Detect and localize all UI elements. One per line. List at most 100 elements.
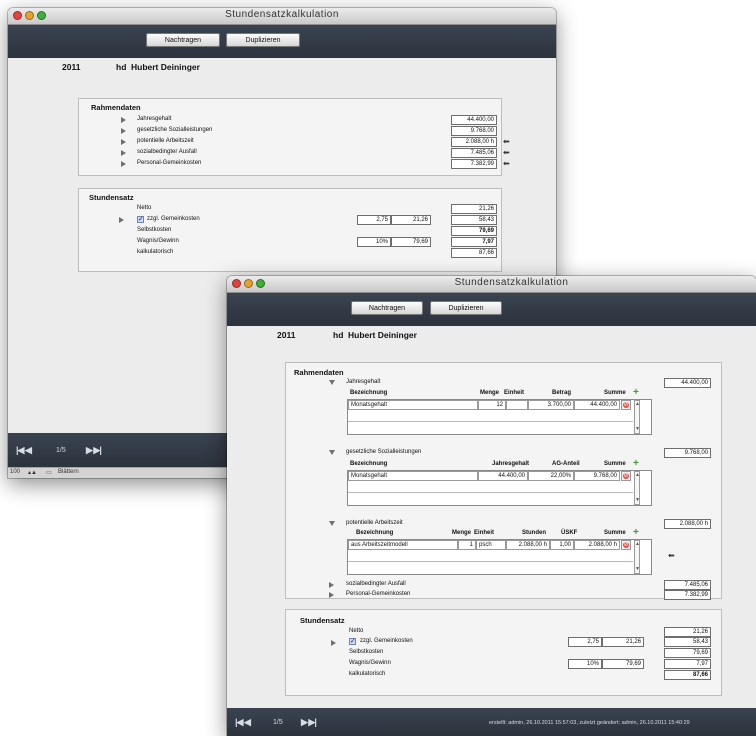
stundensatz-section: Stundensatz Netto 21,26 ✓ zzgl. Gemeinko… xyxy=(78,188,502,272)
col-menge: Menge xyxy=(480,390,500,396)
kalkulatorisch-label: kalkulatorisch xyxy=(349,671,386,677)
zoom-level[interactable]: 100 xyxy=(10,469,20,475)
left-arrow-icon[interactable]: ⬅ xyxy=(503,138,510,146)
sozial-table: Monatsgehalt 44.400,00 22,00% 9.768,00 ⊘… xyxy=(347,470,652,506)
sozial-value: 9.768,00 xyxy=(451,126,497,136)
back-titlebar[interactable]: Stundensatzkalkulation xyxy=(8,8,556,25)
gemeinkosten-base: 21,26 xyxy=(602,637,644,647)
expand-icon[interactable] xyxy=(121,117,126,123)
row-divider xyxy=(348,421,633,422)
scrollbar[interactable]: ▲ ▼ xyxy=(634,540,640,574)
delete-row-icon[interactable]: ⊘ xyxy=(621,400,631,410)
wagnis-value: 7,97 xyxy=(664,659,711,669)
table-cell-einheit[interactable]: psch xyxy=(476,540,506,550)
record-name: Hubert Deininger xyxy=(348,330,417,340)
sozial-label: gesetzliche Sozialleistungen xyxy=(137,127,213,133)
expand-icon[interactable] xyxy=(121,161,126,167)
next-record-icon[interactable]: ▶ ▶| xyxy=(86,445,102,456)
netto-value: 21,26 xyxy=(451,204,497,214)
scrollbar[interactable]: ▲ ▼ xyxy=(634,471,640,505)
table-cell-stunden[interactable]: 2.088,00 h xyxy=(506,540,550,550)
arbeitszeit-value: 2.088,00 h xyxy=(664,519,711,529)
expand-icon[interactable] xyxy=(121,128,126,134)
expand-icon[interactable] xyxy=(329,582,334,588)
arbeitszeit-value: 2.088,00 h xyxy=(451,137,497,147)
next-record-icon[interactable]: ▶ ▶| xyxy=(301,717,317,728)
window-title: Stundensatzkalkulation xyxy=(454,277,569,288)
arbeitszeit-label: potentielle Arbeitszeit xyxy=(346,520,403,526)
front-toolbar: Nachtragen Duplizieren xyxy=(227,293,756,326)
front-bottombar: |◀ ◀ 1/5 ▶ ▶| erstellt: admin, 26.10.201… xyxy=(227,708,756,736)
selbstkosten-label: Selbstkosten xyxy=(137,227,172,233)
gemeinkosten-factor[interactable]: 2,75 xyxy=(357,215,391,225)
jahresgehalt-label: Jahresgehalt xyxy=(137,116,172,122)
ausfall-label: sozialbedingter Ausfall xyxy=(346,581,406,587)
table-cell-ag-anteil[interactable]: 22,00% xyxy=(528,471,574,481)
add-row-icon[interactable]: + xyxy=(633,459,639,469)
nachtragen-button[interactable]: Nachtragen xyxy=(351,301,423,315)
ausfall-label: sozialbedingter Ausfall xyxy=(137,149,197,155)
nachtragen-button[interactable]: Nachtragen xyxy=(146,33,220,47)
scrollbar[interactable]: ▲ ▼ xyxy=(634,400,640,434)
table-cell-einheit[interactable] xyxy=(506,400,528,410)
col-stunden: Stunden xyxy=(522,530,546,536)
duplizieren-button[interactable]: Duplizieren xyxy=(226,33,300,47)
expand-icon[interactable] xyxy=(329,592,334,598)
table-cell-bezeichnung[interactable]: Monatsgehalt xyxy=(348,471,478,481)
duplizieren-button[interactable]: Duplizieren xyxy=(430,301,502,315)
expand-icon[interactable] xyxy=(119,217,124,223)
add-row-icon[interactable]: + xyxy=(633,388,639,398)
expand-icon[interactable] xyxy=(331,640,336,646)
first-record-icon[interactable]: |◀ ◀ xyxy=(235,717,251,728)
selbstkosten-label: Selbstkosten xyxy=(349,649,384,655)
sozial-label: gesetzliche Sozialleistungen xyxy=(346,449,422,455)
gemeinkosten-factor[interactable]: 2,75 xyxy=(568,637,602,647)
wagnis-label: Wagnis/Gewinn xyxy=(137,238,179,244)
zzgl-gemeinkosten-label: zzgl. Gemeinkosten xyxy=(147,216,200,222)
gemeinkosten-label: Personal-Gemeinkosten xyxy=(346,591,411,597)
delete-row-icon[interactable]: ⊘ xyxy=(621,471,631,481)
record-name: Hubert Deininger xyxy=(131,62,200,72)
gehalt-table: Monatsgehalt 12 3.700,00 44.400,00 ⊘ ▲ ▼ xyxy=(347,399,652,435)
collapse-icon[interactable] xyxy=(329,380,335,385)
left-arrow-icon[interactable]: ⬅ xyxy=(503,160,510,168)
table-cell-menge[interactable]: 12 xyxy=(478,400,506,410)
add-row-icon[interactable]: + xyxy=(633,528,639,538)
col-einheit: Einheit xyxy=(474,530,495,536)
wagnis-label: Wagnis/Gewinn xyxy=(349,660,391,666)
row-divider xyxy=(348,561,633,562)
table-cell-betrag[interactable]: 3.700,00 xyxy=(528,400,574,410)
gemeinkosten-value: 7.382,99 xyxy=(451,159,497,169)
first-record-icon[interactable]: |◀ ◀ xyxy=(16,445,32,456)
zoom-icon[interactable]: ▴▲ xyxy=(28,469,37,476)
sozial-value: 9.768,00 xyxy=(664,448,711,458)
left-arrow-icon[interactable]: ⬅ xyxy=(668,552,675,560)
table-cell-summe: 9.768,00 xyxy=(574,471,620,481)
wagnis-pct[interactable]: 10% xyxy=(568,659,602,669)
gemeinkosten-checkbox[interactable]: ✓ xyxy=(137,216,144,223)
wagnis-pct[interactable]: 10% xyxy=(357,237,391,247)
jahresgehalt-value: 44.400,00 xyxy=(664,378,711,388)
gemeinkosten-checkbox[interactable]: ✓ xyxy=(349,638,356,645)
col-bezeichnung: Bezeichnung xyxy=(356,530,394,536)
kalkulatorisch-label: kalkulatorisch xyxy=(137,249,174,255)
jahresgehalt-label: Jahresgehalt xyxy=(346,379,381,385)
table-cell-jahresgehalt[interactable]: 44.400,00 xyxy=(478,471,528,481)
netto-label: Netto xyxy=(137,205,152,211)
front-titlebar[interactable]: Stundensatzkalkulation xyxy=(227,276,756,293)
table-cell-summe: 44.400,00 xyxy=(574,400,620,410)
table-cell-bezeichnung[interactable]: aus Arbeitszeitmodell xyxy=(348,540,458,550)
layout-icon[interactable]: ▭ xyxy=(46,469,52,476)
table-cell-bezeichnung[interactable]: Monatsgehalt xyxy=(348,400,478,410)
record-year: 2011 xyxy=(277,330,296,340)
left-arrow-icon[interactable]: ⬅ xyxy=(503,149,510,157)
delete-row-icon[interactable]: ⊘ xyxy=(621,540,631,550)
arbeitszeit-label: potentielle Arbeitszeit xyxy=(137,138,194,144)
col-summe: Summe xyxy=(604,461,626,467)
table-cell-menge[interactable]: 1 xyxy=(458,540,476,550)
expand-icon[interactable] xyxy=(121,139,126,145)
collapse-icon[interactable] xyxy=(329,450,335,455)
expand-icon[interactable] xyxy=(121,150,126,156)
collapse-icon[interactable] xyxy=(329,521,335,526)
table-cell-uskf[interactable]: 1,00 xyxy=(550,540,574,550)
